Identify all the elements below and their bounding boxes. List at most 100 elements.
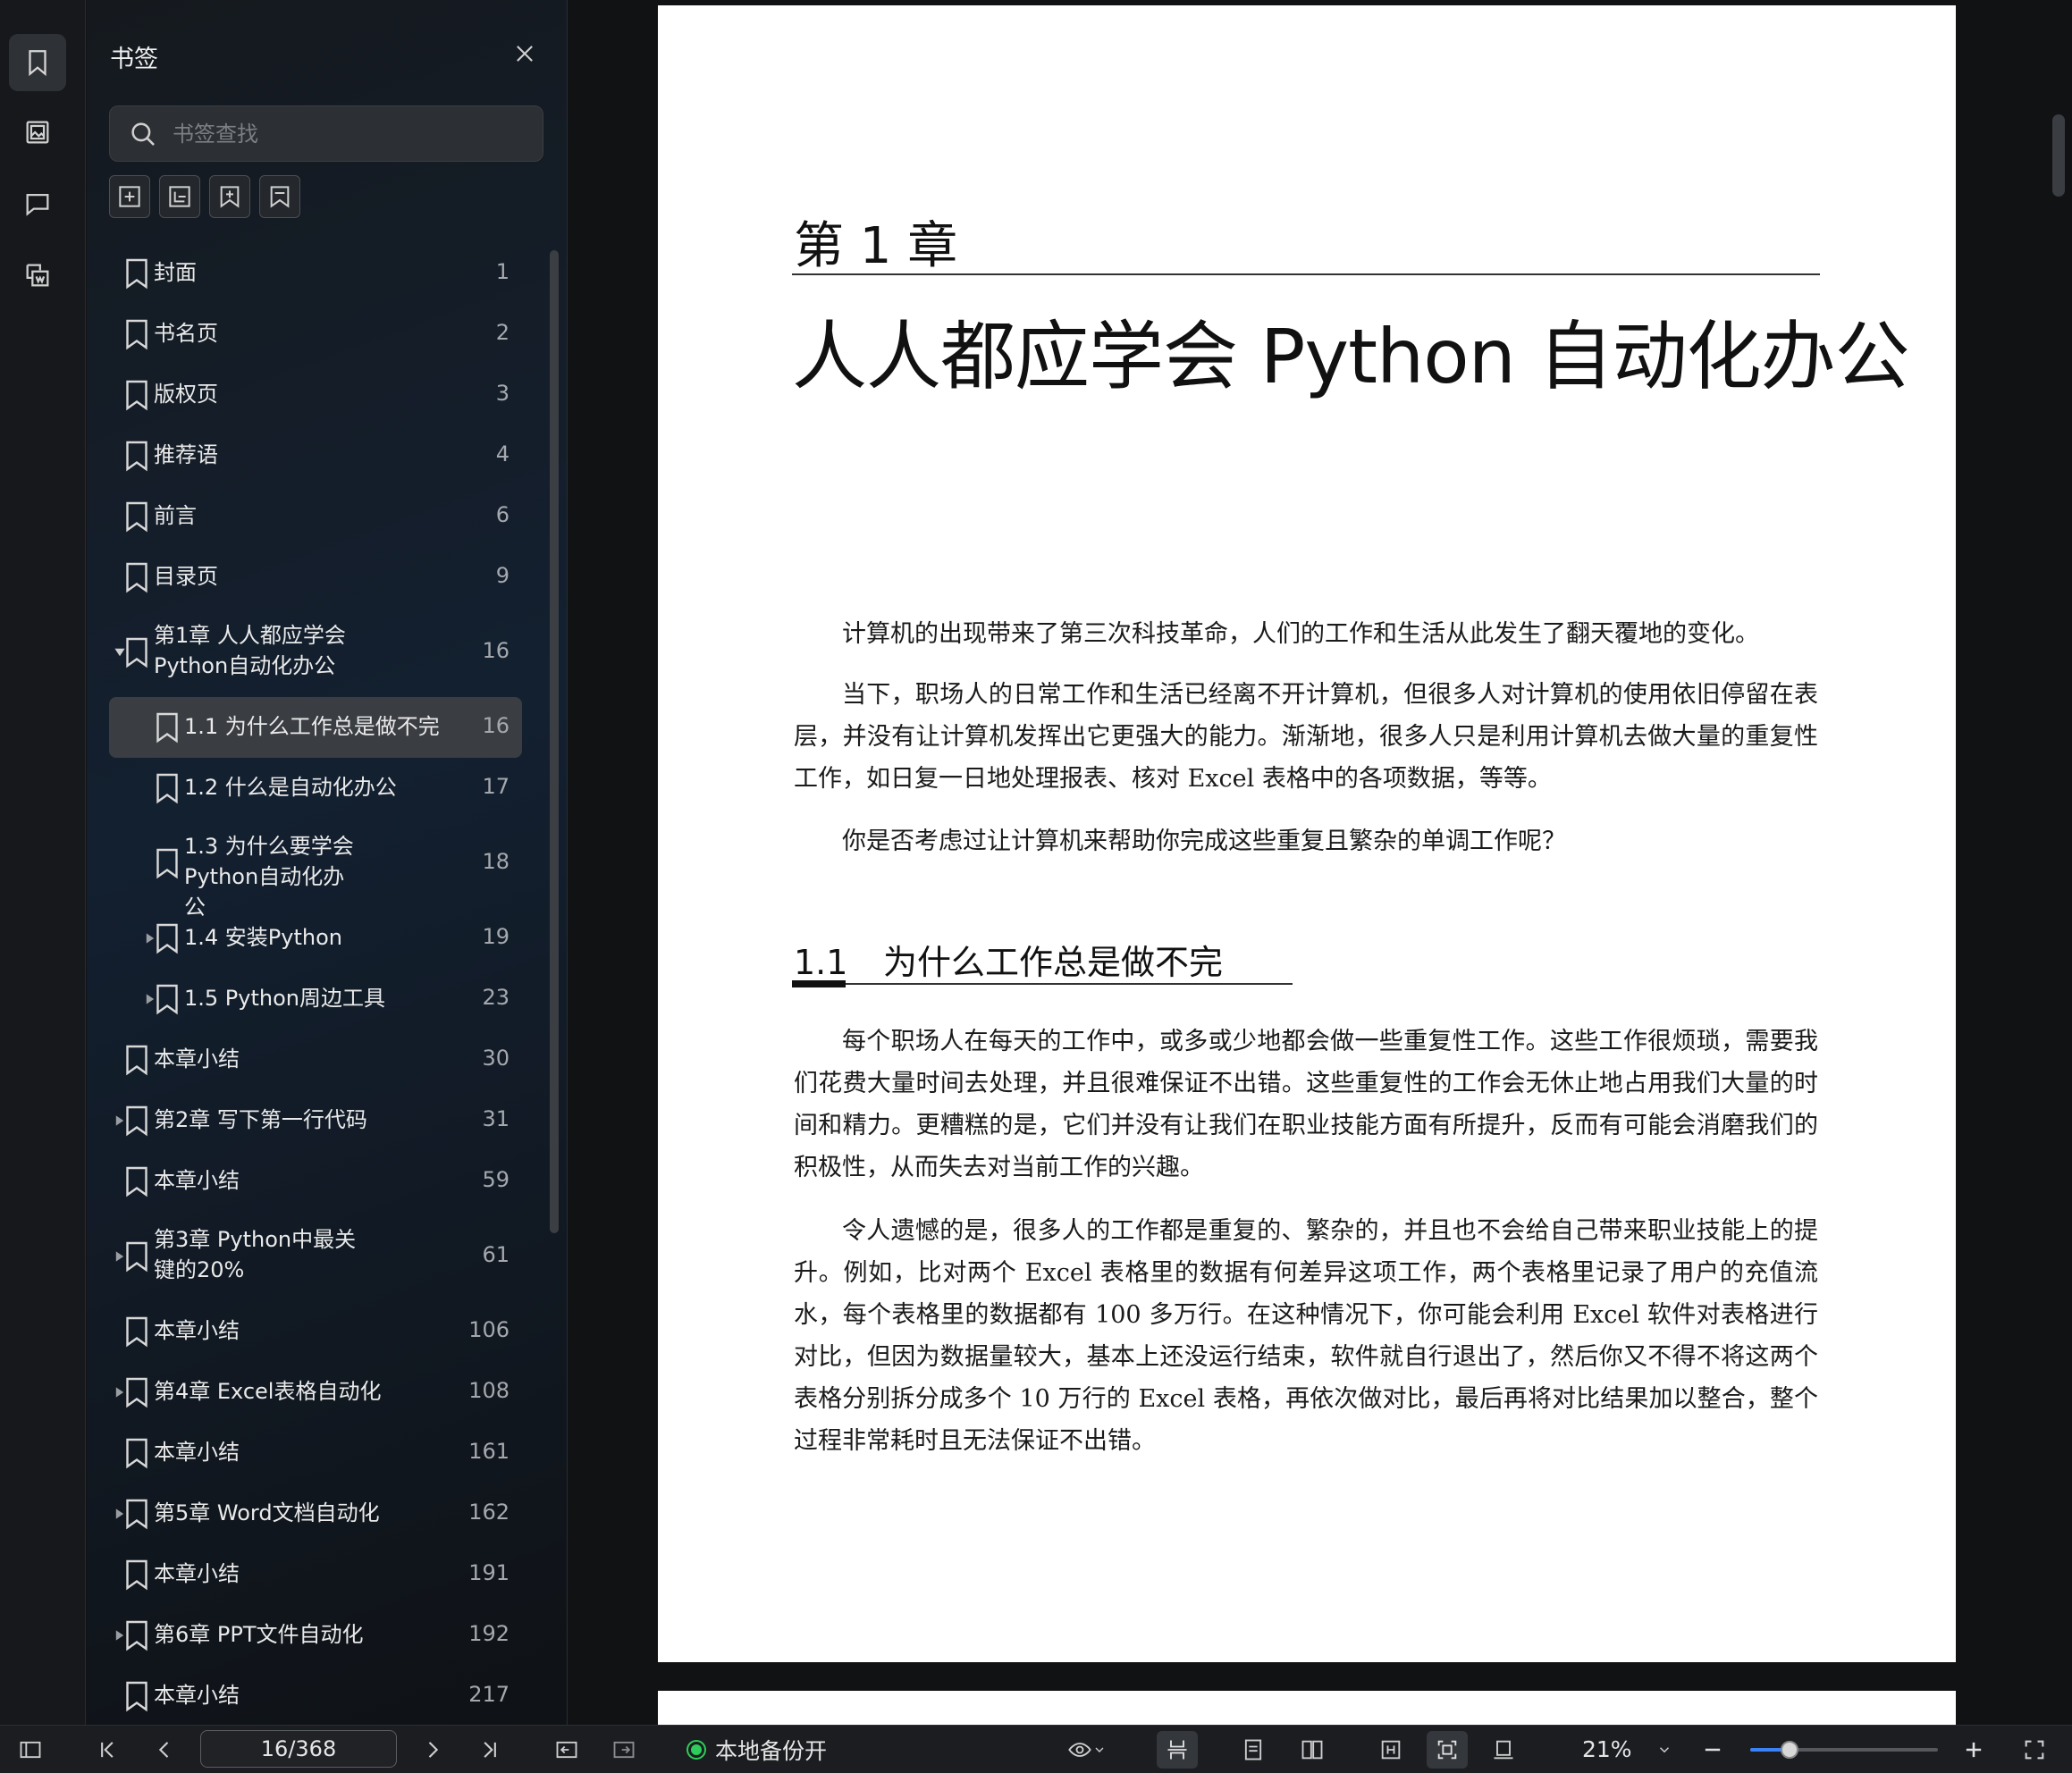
zoom-slider[interactable] xyxy=(1750,1741,1938,1759)
back-view-button[interactable] xyxy=(549,1731,585,1769)
fit-page-button[interactable] xyxy=(1427,1731,1468,1769)
intro-paragraph: 计算机的出现带来了第三次科技革命，人们的工作和生活从此发生了翻天覆地的变化。 xyxy=(842,620,1759,648)
next-page-button[interactable] xyxy=(415,1731,451,1769)
bookmark-item[interactable]: 本章小结 106 xyxy=(109,1301,522,1362)
bookmark-label: 第5章 Word文档自动化 xyxy=(154,1500,380,1525)
bookmark-icon xyxy=(123,440,150,472)
pdf-reader-window: 书签 封面 1 书名页 2 版权页 3 推荐语 4 前言 6 目录页 9 第1章 人人都应学会Pytho… xyxy=(0,0,2072,1773)
bookmark-item[interactable]: 1.5 Python周边工具 23 xyxy=(109,969,522,1029)
bookmark-icon xyxy=(123,1498,150,1530)
bookmark-item[interactable]: 本章小结 191 xyxy=(109,1544,522,1605)
bookmark-scrollbar[interactable] xyxy=(550,250,559,1233)
sidebar-icon xyxy=(20,1741,41,1759)
reading-mode-button[interactable] xyxy=(1058,1731,1116,1769)
bookmark-list: 封面 1 书名页 2 版权页 3 推荐语 4 前言 6 目录页 9 第1章 人人都应学会Python自动… xyxy=(109,243,522,1725)
bookmark-icon xyxy=(123,561,150,593)
bookmark-label: 第1章 人人都应学会Python自动化办公 xyxy=(154,623,346,678)
bookmark-label: 本章小结 xyxy=(154,1440,240,1465)
bookmark-page-number: 162 xyxy=(468,1500,510,1525)
last-page-button[interactable] xyxy=(472,1731,508,1769)
bookmark-outline-button[interactable] xyxy=(259,175,300,218)
fullscreen-button[interactable] xyxy=(2017,1731,2052,1769)
bookmark-item[interactable]: 第1章 人人都应学会Python自动化办公 16 xyxy=(109,608,522,697)
image-icon xyxy=(26,121,49,144)
bookmark-item[interactable]: 推荐语 4 xyxy=(109,425,522,486)
add-child-bookmark-button[interactable] xyxy=(159,175,200,218)
backup-label: 本地备份开 xyxy=(715,1738,828,1764)
zoom-slider-thumb[interactable] xyxy=(1781,1741,1798,1759)
local-backup-toggle[interactable]: 本地备份开 xyxy=(688,1731,827,1769)
section-paragraph: 每个职场人在每天的工作中，或多或少地都会做一些重复性工作。这些工作很烦琐，需要我… xyxy=(794,1028,1818,1181)
bookmark-icon xyxy=(123,636,150,668)
bookmark-item[interactable]: 前言 6 xyxy=(109,486,522,547)
bookmark-label: 本章小结 xyxy=(154,1318,240,1343)
bottom-toolbar: 16/368 本地备份开 21% xyxy=(0,1725,2072,1773)
bookmark-item[interactable]: 第5章 Word文档自动化 162 xyxy=(109,1483,522,1544)
bookmark-item[interactable]: 第2章 写下第一行代码 31 xyxy=(109,1090,522,1151)
bookmark-item[interactable]: 本章小结 217 xyxy=(109,1666,522,1725)
bookmark-item[interactable]: 本章小结 59 xyxy=(109,1151,522,1212)
bookmark-icon xyxy=(123,1437,150,1469)
bookmark-page-number: 16 xyxy=(482,713,510,738)
zoom-out-button[interactable] xyxy=(1697,1731,1729,1769)
page-number-input[interactable]: 16/368 xyxy=(200,1730,397,1768)
bookmark-item[interactable]: 本章小结 161 xyxy=(109,1423,522,1483)
last-page-icon xyxy=(484,1742,496,1758)
bookmark-label: 目录页 xyxy=(154,564,218,589)
left-tool-rail xyxy=(0,0,86,1725)
bookmark-item[interactable]: 第4章 Excel表格自动化 108 xyxy=(109,1362,522,1423)
chapter-number: 第 1 章 xyxy=(794,217,958,275)
bookmark-page-number: 2 xyxy=(495,320,510,345)
bookmark-item[interactable]: 第6章 PPT文件自动化 192 xyxy=(109,1605,522,1666)
bookmark-item[interactable]: 封面 1 xyxy=(109,243,522,304)
panel-title: 书签 xyxy=(110,46,158,73)
continuous-scroll-button[interactable] xyxy=(1157,1731,1198,1769)
bookmark-icon xyxy=(154,983,181,1015)
document-scrollbar-thumb[interactable] xyxy=(2052,114,2065,197)
layers-icon xyxy=(26,264,49,287)
bookmark-page-number: 30 xyxy=(482,1046,510,1071)
bookmark-icon xyxy=(123,500,150,533)
bookmark-search-input[interactable] xyxy=(171,120,528,147)
two-page-button[interactable] xyxy=(1294,1731,1330,1769)
bookmark-add-page-button[interactable] xyxy=(209,175,250,218)
bookmark-search-box[interactable] xyxy=(109,105,543,162)
previous-page-button[interactable] xyxy=(147,1731,182,1769)
bookmark-item[interactable]: 书名页 2 xyxy=(109,304,522,365)
fit-page-icon xyxy=(1437,1740,1457,1760)
minus-icon xyxy=(1705,1748,1721,1752)
bookmark-panel-button[interactable] xyxy=(9,34,66,91)
attachment-panel-button[interactable] xyxy=(9,247,66,304)
search-icon xyxy=(131,122,155,146)
bookmark-item[interactable]: 1.3 为什么要学会Python自动化办公 18 xyxy=(109,819,522,920)
close-panel-button[interactable] xyxy=(507,36,543,71)
bookmark-page-number: 16 xyxy=(482,638,510,663)
zoom-in-button[interactable] xyxy=(1958,1731,1990,1769)
fit-width-button[interactable] xyxy=(1373,1731,1409,1769)
single-page-button[interactable] xyxy=(1235,1731,1271,1769)
bookmark-item[interactable]: 目录页 9 xyxy=(109,547,522,608)
next-document-page xyxy=(658,1691,1956,1725)
zoom-dropdown-button[interactable] xyxy=(1654,1731,1675,1769)
zoom-level-dropdown[interactable]: 21% xyxy=(1582,1731,1632,1769)
bookmark-item[interactable]: 1.2 什么是自动化办公 17 xyxy=(109,758,522,819)
bookmark-item[interactable]: 第3章 Python中最关键的20% 61 xyxy=(109,1212,522,1301)
toggle-sidebar-button[interactable] xyxy=(13,1731,48,1769)
bookmark-label: 第6章 PPT文件自动化 xyxy=(154,1622,364,1647)
first-page-button[interactable] xyxy=(89,1731,125,1769)
chapter-rule xyxy=(792,273,1820,275)
add-bookmark-button[interactable] xyxy=(109,175,150,218)
thumbnail-panel-button[interactable] xyxy=(9,104,66,161)
bookmark-item[interactable]: 1.1 为什么工作总是做不完 16 xyxy=(109,697,522,758)
single-page-icon xyxy=(1244,1739,1262,1760)
forward-view-button[interactable] xyxy=(606,1731,642,1769)
bookmark-label: 本章小结 xyxy=(154,1046,240,1071)
bookmark-item[interactable]: 1.4 安装Python 19 xyxy=(109,908,522,969)
bookmark-label: 书名页 xyxy=(154,321,218,346)
bookmark-item[interactable]: 版权页 3 xyxy=(109,365,522,425)
annotation-panel-button[interactable] xyxy=(9,175,66,232)
bookmark-icon xyxy=(123,1240,150,1273)
bookmark-icon xyxy=(154,772,181,804)
actual-size-button[interactable] xyxy=(1486,1731,1521,1769)
bookmark-item[interactable]: 本章小结 30 xyxy=(109,1029,522,1090)
